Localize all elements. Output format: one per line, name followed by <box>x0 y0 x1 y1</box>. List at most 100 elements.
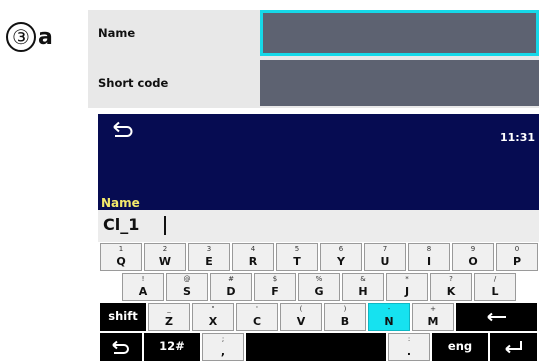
name-label: Name <box>98 26 136 40</box>
key-backspace[interactable] <box>456 303 537 331</box>
step-label: ③ a <box>6 22 53 52</box>
key-label: V <box>296 315 306 328</box>
key-d[interactable]: # D <box>210 273 252 301</box>
key-label: F <box>271 285 279 298</box>
key-secondary-label: 5 <box>294 245 300 253</box>
key-label: eng <box>447 339 473 353</box>
text-caret <box>164 216 166 235</box>
key-u[interactable]: 7U <box>364 243 406 271</box>
key-label: D <box>226 285 236 298</box>
step-letter: a <box>38 25 53 50</box>
key-comma[interactable]: ;, <box>202 333 244 361</box>
key-secondary-label: - <box>387 305 391 313</box>
key-secondary-label: % <box>315 275 323 283</box>
key-e[interactable]: 3E <box>188 243 230 271</box>
key-n[interactable]: -N <box>368 303 410 331</box>
key-label: A <box>138 285 148 298</box>
key-label: T <box>293 255 301 268</box>
key-r[interactable]: 4R <box>232 243 274 271</box>
key-label: X <box>208 315 218 328</box>
key-label: W <box>158 255 172 268</box>
key-s[interactable]: @ S <box>166 273 208 301</box>
field-title: Name <box>101 196 140 210</box>
key-b[interactable]: ) B <box>324 303 366 331</box>
key-y[interactable]: 6Y <box>320 243 362 271</box>
key-secondary-label: # <box>228 275 234 283</box>
key-secondary-label: ' <box>256 305 258 313</box>
key-secondary-label: 0 <box>514 245 520 253</box>
key-numbers[interactable]: 12# <box>144 333 200 361</box>
step-number: ③ <box>6 22 36 52</box>
key-label: H <box>358 285 368 298</box>
key-secondary-label: _ <box>167 305 171 313</box>
key-m[interactable]: + M <box>412 303 454 331</box>
key-secondary-label: 6 <box>338 245 344 253</box>
key-label: B <box>340 315 350 328</box>
key-label: Y <box>337 255 345 268</box>
key-v[interactable]: (V <box>280 303 322 331</box>
key-shift[interactable]: shift <box>100 303 146 331</box>
key-enter[interactable] <box>490 333 537 361</box>
device-screen: 11:31 Name Cl_1 1 Q 2 W 3 E 4 R 5 T 6 Y 7 U 8 I 9 O 0 P! A @ S… <box>98 114 539 363</box>
key-secondary-label: $ <box>272 275 278 283</box>
key-label: K <box>446 285 456 298</box>
key-l[interactable]: / L <box>474 273 516 301</box>
key-label: U <box>380 255 390 268</box>
key-f[interactable]: $ F <box>254 273 296 301</box>
name-field[interactable] <box>260 10 539 56</box>
clock: 11:31 <box>499 131 535 144</box>
key-a[interactable]: ! A <box>122 273 164 301</box>
form-panel: Name Short code <box>88 10 539 108</box>
key-label: M <box>427 315 439 328</box>
key-secondary-label: ! <box>141 275 145 283</box>
key-k[interactable]: ? K <box>430 273 472 301</box>
key-w[interactable]: 2W <box>144 243 186 271</box>
key-secondary-label: @ <box>183 275 191 283</box>
key-secondary-label: / <box>493 275 497 283</box>
entry-value: Cl_1 <box>103 215 140 234</box>
on-screen-keyboard: 1 Q 2 W 3 E 4 R 5 T 6 Y 7 U 8 I 9 O 0 P! A @ S # D $ F% G & H * J? K / Lsh… <box>98 242 539 363</box>
key-label: 12# <box>159 339 185 353</box>
key-secondary-label: ) <box>343 305 347 313</box>
key-secondary-label: + <box>430 305 436 313</box>
key-c[interactable]: ' C <box>236 303 278 331</box>
key-label: J <box>404 285 410 298</box>
key-secondary-label: * <box>405 275 409 283</box>
back-arrow-icon[interactable] <box>110 118 136 138</box>
form-row-name: Name <box>88 10 539 56</box>
key-period[interactable]: :. <box>388 333 430 361</box>
key-label: R <box>248 255 258 268</box>
key-label: I <box>426 255 432 268</box>
key-space[interactable] <box>246 333 386 361</box>
key-label: . <box>406 345 412 358</box>
key-x[interactable]: " X <box>192 303 234 331</box>
key-label: P <box>512 255 522 268</box>
form-row-short-code: Short code <box>88 60 539 106</box>
key-z[interactable]: _ Z <box>148 303 190 331</box>
key-o[interactable]: 9O <box>452 243 494 271</box>
key-label: Z <box>165 315 173 328</box>
key-language[interactable]: eng <box>432 333 488 361</box>
key-secondary-label: 3 <box>206 245 212 253</box>
short-code-field[interactable] <box>260 60 539 106</box>
key-j[interactable]: * J <box>386 273 428 301</box>
key-secondary-label: : <box>407 335 411 343</box>
key-i[interactable]: 8I <box>408 243 450 271</box>
key-secondary-label: 9 <box>470 245 476 253</box>
key-q[interactable]: 1Q <box>100 243 142 271</box>
key-secondary-label: & <box>360 275 366 283</box>
key-p[interactable]: 0P <box>496 243 538 271</box>
text-entry[interactable]: Cl_1 <box>98 210 539 242</box>
top-bar: 11:31 Name <box>98 114 539 210</box>
short-code-label: Short code <box>98 76 169 90</box>
key-t[interactable]: 5T <box>276 243 318 271</box>
key-g[interactable]: % G <box>298 273 340 301</box>
key-back[interactable] <box>100 333 142 361</box>
key-label: L <box>491 285 499 298</box>
key-h[interactable]: & H <box>342 273 384 301</box>
key-secondary-label: 8 <box>426 245 432 253</box>
key-label: S <box>183 285 191 298</box>
key-label: , <box>220 345 226 358</box>
key-secondary-label: " <box>211 305 215 313</box>
key-label: shift <box>108 309 138 323</box>
